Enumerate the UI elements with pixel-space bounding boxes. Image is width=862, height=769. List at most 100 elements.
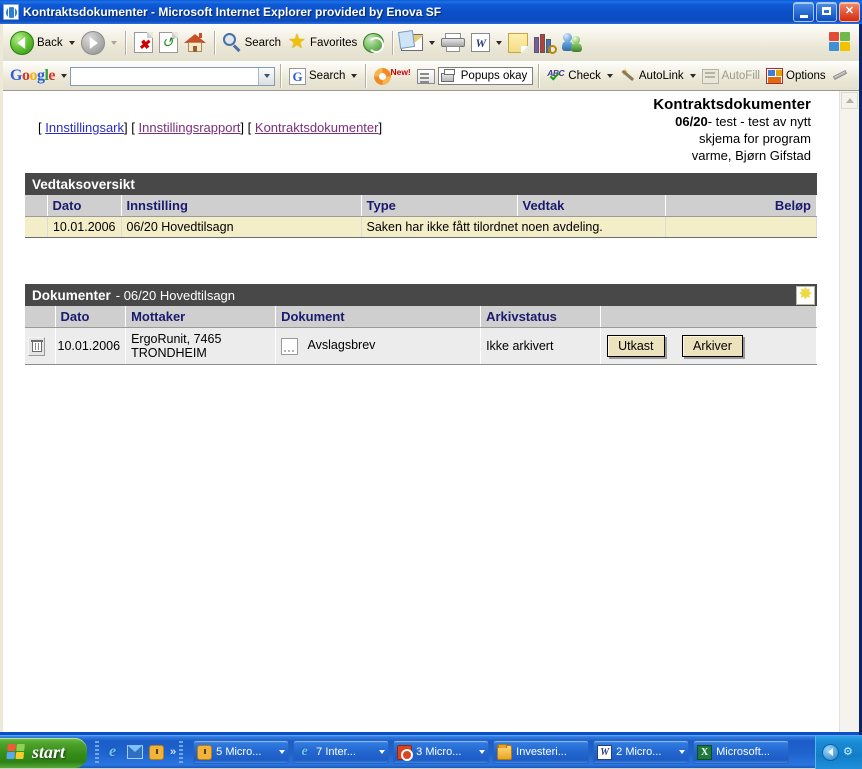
toolbar-separator [392,31,393,55]
task-caret-icon[interactable] [279,750,285,754]
maximize-button[interactable] [816,2,837,22]
cell-actions: Utkast Arkiver [601,328,817,365]
quicklaunch-outlook-icon[interactable] [148,744,165,761]
encarta-button[interactable] [531,31,559,55]
sun-starburst-icon[interactable]: ✵ [796,286,815,305]
link-kontraktsdokumenter[interactable]: Kontraktsdokumenter [255,120,379,135]
spellcheck-button[interactable]: ABC Check [544,66,616,87]
home-button[interactable] [181,31,209,55]
google-search-dropdown-caret[interactable] [351,74,357,78]
printer-icon [441,33,465,53]
autolink-button[interactable]: ✦ AutoLink [616,66,699,87]
task-caret-icon[interactable] [379,750,385,754]
document-icon[interactable] [281,338,298,355]
trash-icon[interactable] [28,337,45,356]
utkast-button[interactable]: Utkast [607,335,664,357]
bracket-open: [ [248,120,252,135]
autofill-icon [702,69,719,84]
task-button[interactable]: 5 Micro... [193,740,289,764]
magic-wand-icon: ✦ [619,68,636,85]
title-bar: Kontraktsdokumenter - Microsoft Internet… [0,0,862,24]
google-search-input[interactable] [70,67,275,86]
autolink-dropdown-icon[interactable] [690,74,696,78]
col-belop: Beløp [665,195,817,217]
browser-chrome: Back ✖ ↺ Search ★ [0,24,859,735]
link-innstillingsark[interactable]: Innstillingsark [45,120,124,135]
google-news-button[interactable] [414,67,438,86]
window-controls: ✕ [793,2,860,22]
scroll-up-button[interactable] [841,92,858,109]
stop-button[interactable]: ✖ [131,30,156,55]
dokument-label: Avslagsbrev [308,338,376,352]
search-button[interactable]: Search [220,31,284,54]
word-icon: W [597,745,612,760]
pencil-icon [832,68,850,84]
system-tray: ⚙ [815,736,862,769]
mail-dropdown-icon[interactable] [429,41,435,45]
arkiver-button[interactable]: Arkiver [682,335,743,357]
windows-flag-icon [6,744,27,762]
google-highlight-button[interactable] [829,66,853,86]
task-caret-icon[interactable] [479,750,485,754]
popup-blocker-button[interactable]: Popups okay [438,67,534,85]
col-innstilling: Innstilling [121,195,361,217]
quicklaunch-ie-icon[interactable]: e [104,744,121,761]
quick-launch-grip[interactable] [95,741,99,763]
check-dropdown-icon[interactable] [607,74,613,78]
news-icon [417,69,435,84]
cell-delete[interactable] [25,328,55,365]
vedtaksoversikt-section: Vedtaksoversikt Dato Innstilling [25,173,817,238]
tray-icon[interactable]: ⚙ [843,745,858,759]
autofill-label: AutoFill [722,70,760,82]
task-caret-icon[interactable] [679,750,685,754]
section-gap [3,238,839,284]
search-icon [223,33,242,52]
minimize-button[interactable] [793,2,814,22]
history-button[interactable] [360,31,387,55]
autofill-button: AutoFill [699,67,763,86]
print-button[interactable] [438,31,468,55]
ie-icon: e [297,745,312,760]
cell-type: Saken har ikke fått tilordnet noen avdel… [361,217,665,238]
task-button[interactable]: X Microsoft... [693,740,789,764]
taskbar-grip[interactable] [179,741,183,763]
vedtaksoversikt-table: Dato Innstilling Type Vedtak Beløp 10.01… [25,195,817,238]
edit-word-button[interactable]: W [468,31,505,54]
task-button[interactable]: e 7 Inter... [293,740,389,764]
google-menu-icon[interactable] [61,74,67,78]
task-button[interactable]: Investeri... [493,740,589,764]
notes-button[interactable] [505,31,531,55]
cell-dokument: Avslagsbrev [276,328,481,365]
quick-launch-bar: e » [87,736,187,769]
dokumenter-band: Dokumenter - 06/20 Hovedtilsagn ✵ [25,284,817,306]
back-button[interactable]: Back [7,29,78,57]
google-search-button[interactable]: G Search [286,66,360,87]
page-subtitle-line3: varme, Bjørn Gifstad [481,147,811,164]
task-button[interactable]: 3 Micro... [393,740,489,764]
tray-expand-icon[interactable] [822,744,839,761]
messenger-button[interactable] [559,31,587,54]
mail-button[interactable] [398,32,438,53]
favorites-button[interactable]: ★ Favorites [284,31,360,54]
edit-dropdown-icon[interactable] [496,41,502,45]
options-icon [766,68,783,84]
link-innstillingsrapport[interactable]: Innstillingsrapport [139,120,241,135]
forward-button[interactable] [78,29,120,57]
vertical-scrollbar[interactable] [839,91,859,732]
google-search-dropdown-icon[interactable] [258,68,274,85]
google-new-feature-button[interactable]: New! [371,66,413,87]
back-label: Back [37,37,63,49]
check-label: Check [568,70,601,82]
back-dropdown-icon[interactable] [69,41,75,45]
col-spacer [25,195,47,217]
start-button[interactable]: start [0,738,87,768]
task-button[interactable]: W 2 Micro... [593,740,689,764]
quicklaunch-overflow-icon[interactable]: » [170,746,174,758]
bracket-close: ] [124,120,128,135]
quicklaunch-mail-icon[interactable] [126,744,143,761]
bracket-open: [ [38,120,42,135]
google-options-button[interactable]: Options [763,66,829,86]
close-button[interactable]: ✕ [839,2,860,22]
refresh-button[interactable]: ↺ [156,30,181,55]
autolink-label: AutoLink [639,70,684,82]
